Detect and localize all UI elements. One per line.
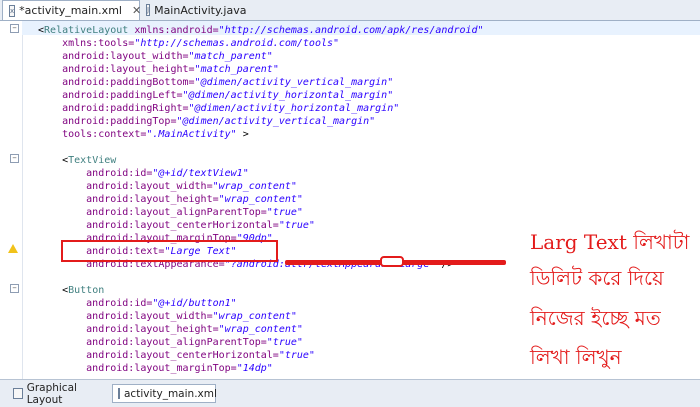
code-token: android:layout_centerHorizontal= [38,350,279,361]
code-token: android:layout_height= [38,324,219,335]
code-token: ".MainActivity" [146,129,237,140]
code-token: "@dimen/activity_horizontal_margin" [188,103,400,114]
code-line[interactable]: <TextView [38,154,116,168]
code-token: > [236,129,249,140]
tab-label: MainActivity.java [154,3,247,17]
tab-activity-main-xml[interactable]: x *activity_main.xml ✕ [2,0,141,20]
code-line[interactable]: android:paddingTop="@dimen/activity_vert… [38,115,375,129]
code-line[interactable]: android:layout_width="wrap_content" [38,310,297,324]
annotation-arrow-handle [380,256,404,267]
code-token: android:layout_height= [38,64,195,75]
annotation-line-3: নিজের ইচ্ছে মত [530,306,661,330]
code-token: "@dimen/activity_vertical_margin" [194,77,394,88]
code-line[interactable]: android:id="@+id/textView1" [38,167,249,181]
tab-label: Graphical Layout [26,381,77,406]
code-token: "match_parent" [194,64,279,75]
code-line[interactable]: android:layout_height="match_parent" [38,63,279,77]
code-token: android:layout_width= [38,181,213,192]
code-token: xmlns:tools= [38,38,135,49]
highlight-box [61,240,278,262]
code-token: android:layout_marginTop= [38,363,237,374]
code-line[interactable]: android:layout_marginTop="14dp" [38,362,273,376]
code-line[interactable]: <RelativeLayout xmlns:android="http://sc… [38,24,484,38]
code-token: tools:context= [38,129,147,140]
fold-toggle-icon[interactable]: − [10,284,19,293]
code-line[interactable]: tools:context=".MainActivity" > [38,128,249,142]
code-token: android:layout_height= [38,194,219,205]
code-token: "@dimen/activity_horizontal_margin" [182,90,394,101]
code-line[interactable]: android:layout_centerHorizontal="true" [38,349,315,363]
code-line[interactable]: android:layout_width="match_parent" [38,50,273,64]
xml-file-icon: x [9,4,16,17]
code-token: "true" [278,350,315,361]
java-file-icon: J [146,4,151,16]
code-token: android:id= [38,168,153,179]
code-token: "true" [266,207,303,218]
xml-file-icon [118,388,120,399]
editor-mode-tabs: Graphical Layout activity_main.xml [0,379,700,407]
warning-icon[interactable] [8,244,18,253]
code-token: "@dimen/activity_vertical_margin" [176,116,376,127]
code-token: "wrap_content" [212,181,297,192]
code-token: "http://schemas.android.com/tools" [134,38,340,49]
code-token: "true" [266,337,303,348]
code-token: android:paddingRight= [38,103,189,114]
fold-toggle-icon[interactable]: − [10,24,19,33]
code-token: "true" [278,220,315,231]
code-token: "http://schemas.android.com/apk/res/andr… [218,25,484,36]
code-token: "14dp" [236,363,273,374]
code-token: Button [68,285,105,296]
annotation-line-2: ডিলিট করে দিয়ে [530,266,664,290]
code-token: android:id= [38,298,153,309]
code-token: "wrap_content" [218,194,303,205]
code-line[interactable]: android:paddingBottom="@dimen/activity_v… [38,76,393,90]
code-token: android:layout_width= [38,311,213,322]
code-token: < [38,285,69,296]
code-line[interactable]: xmlns:tools="http://schemas.android.com/… [38,37,339,51]
tab-main-activity-java[interactable]: J MainActivity.java [140,1,246,19]
code-token: "wrap_content" [218,324,303,335]
code-token: android:layout_alignParentTop= [38,337,267,348]
code-token: "wrap_content" [212,311,297,322]
code-line[interactable]: android:layout_alignParentTop="true" [38,206,303,220]
fold-toggle-icon[interactable]: − [10,154,19,163]
code-token: "match_parent" [188,51,273,62]
code-line[interactable]: android:layout_height="wrap_content" [38,323,303,337]
code-token: < [38,155,69,166]
code-line[interactable]: android:layout_centerHorizontal="true" [38,219,315,233]
code-token: "@+id/button1" [152,298,237,309]
editor-tab-bar: x *activity_main.xml ✕ J MainActivity.ja… [0,0,700,21]
code-token: android:layout_centerHorizontal= [38,220,279,231]
code-line[interactable]: android:paddingLeft="@dimen/activity_hor… [38,89,393,103]
code-token: TextView [68,155,117,166]
layout-icon [13,388,23,399]
code-token: android:layout_width= [38,51,189,62]
code-token: android:paddingLeft= [38,90,183,101]
tab-graphical-layout[interactable]: Graphical Layout [8,381,108,406]
code-token: RelativeLayout [44,25,129,36]
code-line[interactable]: android:layout_height="wrap_content" [38,193,303,207]
tab-label: activity_main.xml [124,387,217,400]
code-token: xmlns:android= [128,25,219,36]
code-line[interactable]: <Button [38,284,104,298]
code-line[interactable]: android:layout_alignParentTop="true" [38,336,303,350]
tab-xml-source[interactable]: activity_main.xml [112,384,217,403]
xml-code-editor[interactable]: <RelativeLayout xmlns:android="http://sc… [0,21,700,379]
code-line[interactable]: android:id="@+id/button1" [38,297,237,311]
editor-gutter [0,21,23,379]
code-token: android:paddingBottom= [38,77,195,88]
tab-label: *activity_main.xml [19,4,122,17]
code-line[interactable]: android:paddingRight="@dimen/activity_ho… [38,102,399,116]
annotation-line-1: Larg Text লিখাটা [530,230,690,254]
annotation-line-4: লিখা লিখুন [530,345,622,369]
code-line[interactable]: android:layout_width="wrap_content" [38,180,297,194]
code-token: "@+id/textView1" [152,168,249,179]
code-token: android:layout_alignParentTop= [38,207,267,218]
code-token: android:paddingTop= [38,116,177,127]
